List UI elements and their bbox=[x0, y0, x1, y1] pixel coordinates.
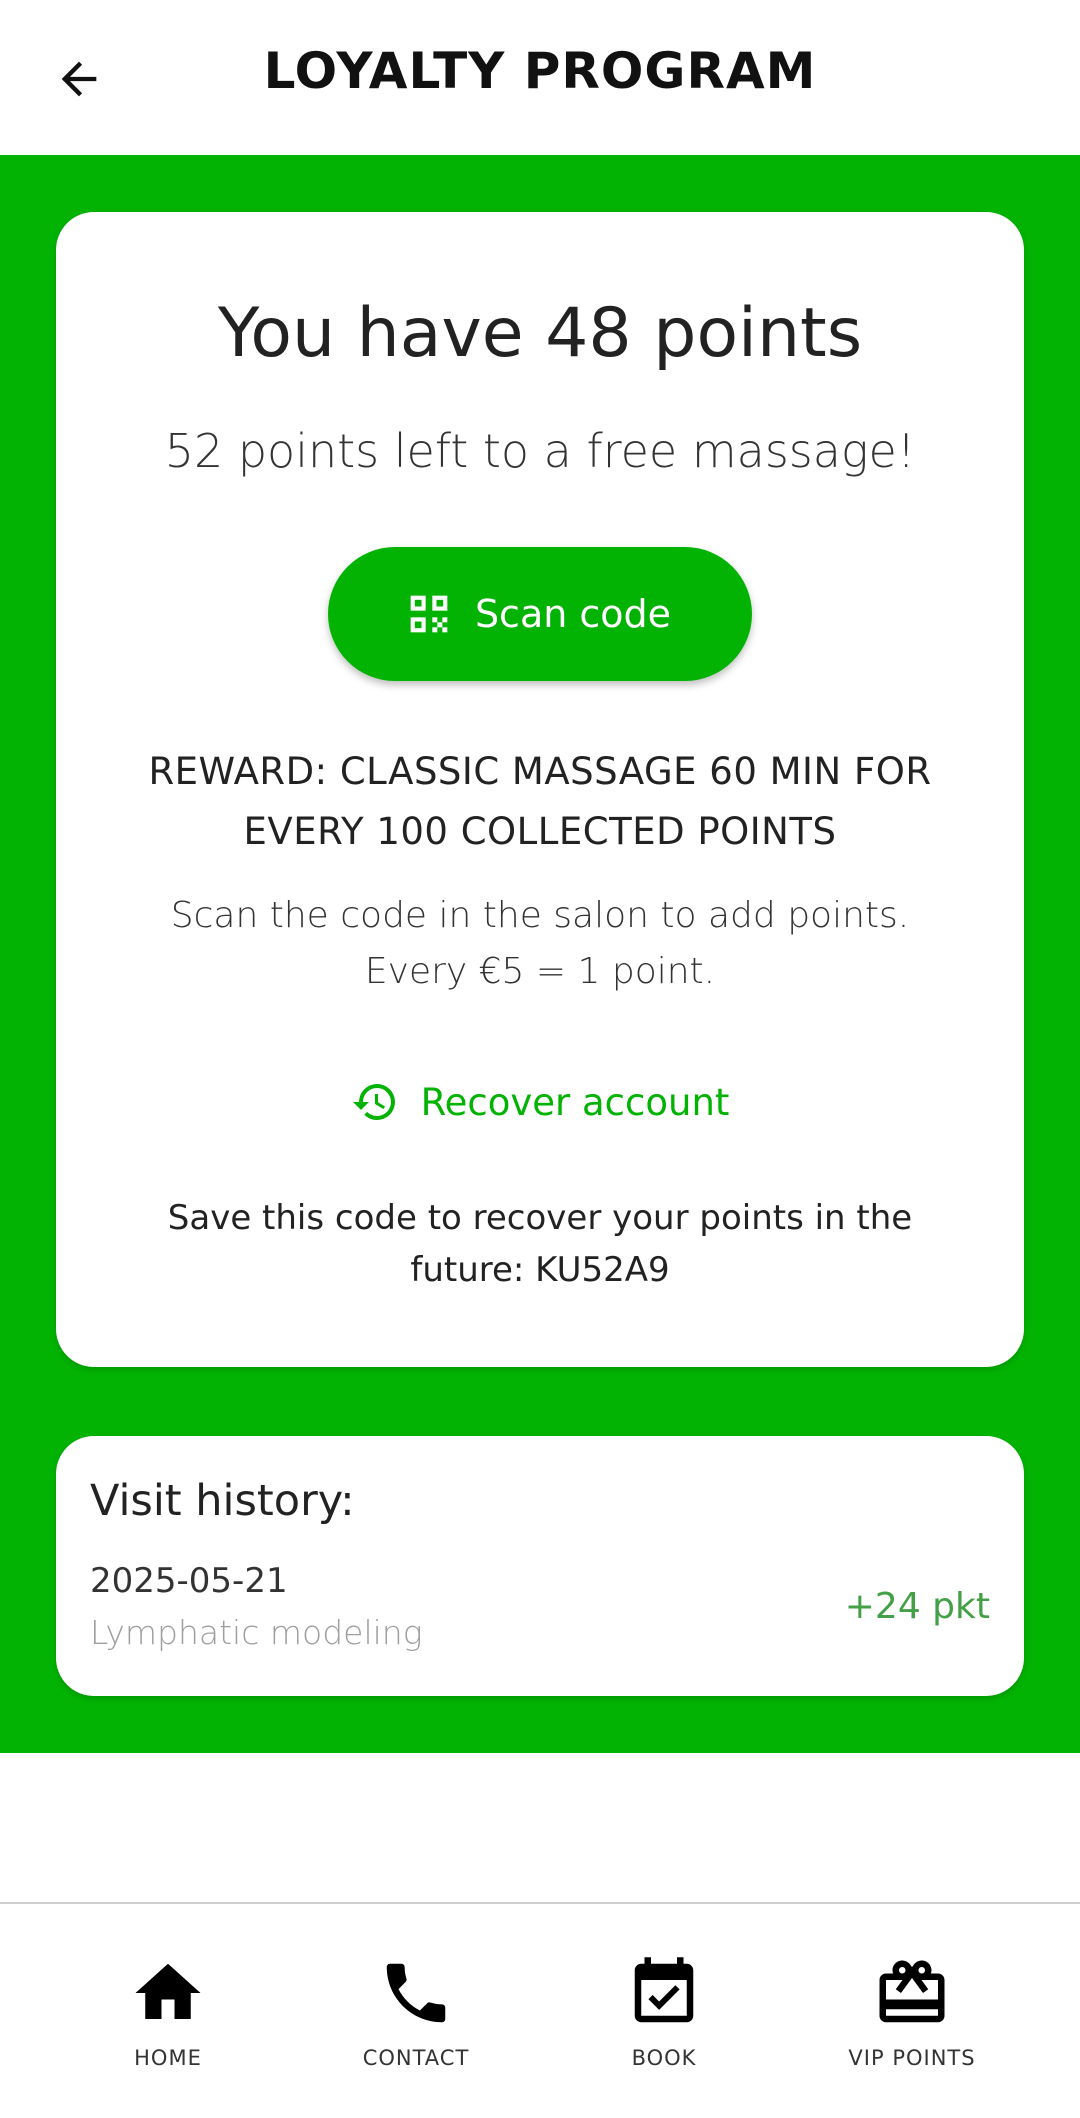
recovery-code-line: Save this code to recover your points in… bbox=[167, 1198, 913, 1238]
points-remaining: 52 points left to a free massage! bbox=[164, 424, 916, 478]
scan-code-label: Scan code bbox=[474, 592, 672, 636]
recovery-code-line: future: KU52A9 bbox=[410, 1250, 670, 1290]
instructions-text: Scan the code in the salon to add points… bbox=[96, 888, 984, 1000]
history-entry-points: +24 pkt bbox=[844, 1586, 990, 1627]
gift-card-icon bbox=[879, 1960, 945, 2023]
visit-history-card: Visit history: 2025-05-21 Lymphatic mode… bbox=[56, 1436, 1024, 1696]
history-entry-service: Lymphatic modeling bbox=[90, 1613, 423, 1652]
history-restore-icon bbox=[352, 1084, 395, 1120]
qr-code-icon bbox=[410, 595, 448, 633]
reward-line: EVERY 100 COLLECTED POINTS bbox=[243, 810, 837, 853]
recovery-code-text: Save this code to recover your points in… bbox=[116, 1192, 964, 1296]
nav-item-label: CONTACT bbox=[362, 2046, 470, 2070]
page-title: LOYALTY PROGRAM bbox=[263, 42, 817, 100]
home-icon bbox=[135, 1963, 201, 2019]
scan-code-button[interactable]: Scan code bbox=[328, 547, 752, 681]
recover-account-link[interactable]: Recover account bbox=[56, 1074, 1024, 1130]
nav-item-vip-points[interactable]: VIP POINTS bbox=[802, 1954, 1022, 2094]
nav-item-home[interactable]: HOME bbox=[58, 1954, 278, 2094]
nav-item-label: HOME bbox=[134, 2046, 202, 2070]
phone-icon bbox=[386, 1963, 446, 2023]
nav-item-label: VIP POINTS bbox=[848, 2046, 976, 2070]
nav-item-contact[interactable]: CONTACT bbox=[306, 1954, 526, 2094]
reward-line: REWARD: CLASSIC MASSAGE 60 MIN FOR bbox=[148, 750, 932, 793]
calendar-check-icon bbox=[634, 1957, 694, 2023]
history-entry-date: 2025-05-21 bbox=[90, 1561, 288, 1601]
recover-account-label: Recover account bbox=[420, 1080, 730, 1124]
nav-item-book[interactable]: BOOK bbox=[554, 1954, 774, 2094]
top-app-bar: LOYALTY PROGRAM bbox=[0, 0, 1080, 155]
bottom-navigation: HOME CONTACT BOOK VIP POINTS bbox=[0, 1902, 1080, 2118]
points-total: You have 48 points bbox=[217, 294, 863, 373]
reward-description: REWARD: CLASSIC MASSAGE 60 MIN FOR EVERY… bbox=[96, 742, 984, 862]
instructions-line: Scan the code in the salon to add points… bbox=[170, 895, 910, 936]
instructions-line: Every €5 = 1 point. bbox=[364, 951, 716, 992]
visit-history-title: Visit history: bbox=[90, 1476, 355, 1526]
points-card: You have 48 points 52 points left to a f… bbox=[56, 212, 1024, 1367]
nav-item-label: BOOK bbox=[631, 2046, 697, 2070]
